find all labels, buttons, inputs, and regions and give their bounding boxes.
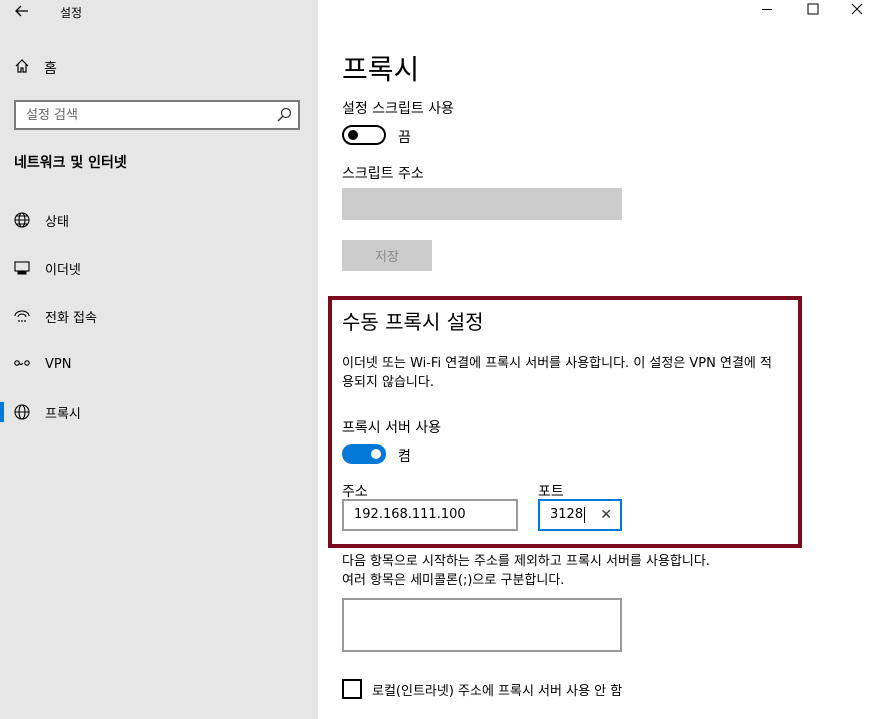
exceptions-desc-line1: 다음 항목으로 시작하는 주소를 제외하고 프록시 서버를 사용합니다. [342, 554, 710, 569]
dialup-icon [13, 307, 31, 325]
save-button[interactable]: 저장 [342, 240, 432, 271]
back-arrow-icon[interactable] [12, 3, 32, 23]
page-title: 프록시 [342, 53, 420, 86]
window-title: 설정 [60, 6, 83, 20]
settings-search[interactable] [14, 100, 300, 130]
exceptions-desc-line2: 여러 항목은 세미콜론(;)으로 구분합니다. [342, 573, 565, 588]
sidebar-item-home[interactable]: 홈 [14, 58, 57, 78]
sidebar-item-label: 전화 접속 [45, 310, 97, 326]
sidebar-item-label: 상태 [45, 214, 69, 230]
highlight-frame [328, 296, 802, 548]
globe-status-icon [13, 211, 31, 229]
sidebar-item-proxy[interactable]: 프록시 [0, 392, 318, 432]
script-toggle-state: 끔 [398, 130, 411, 146]
home-icon [14, 58, 30, 78]
globe-icon [13, 403, 31, 421]
search-input[interactable] [16, 102, 276, 128]
local-bypass-label[interactable]: 로컬(인트라넷) 주소에 프록시 서버 사용 안 함 [372, 680, 622, 699]
script-address-label: 스크립트 주소 [342, 166, 424, 182]
sidebar-item-dialup[interactable]: 전화 접속 [0, 296, 318, 336]
script-toggle[interactable] [342, 125, 386, 145]
sidebar-item-label: VPN [45, 356, 72, 372]
vpn-icon [13, 355, 31, 373]
sidebar-item-status[interactable]: 상태 [0, 200, 318, 240]
sidebar: 설정 홈 네트워크 및 인터넷 상태 이더넷 전화 접속 VPN [0, 0, 318, 719]
sidebar-item-ethernet[interactable]: 이더넷 [0, 248, 318, 288]
exceptions-description: 다음 항목으로 시작하는 주소를 제외하고 프록시 서버를 사용합니다. 여러 … [342, 552, 792, 590]
sidebar-item-label: 이더넷 [45, 262, 81, 278]
section-title: 네트워크 및 인터넷 [14, 155, 127, 171]
sidebar-item-vpn[interactable]: VPN [0, 344, 318, 384]
sidebar-item-label: 프록시 [45, 406, 81, 422]
search-icon[interactable] [276, 107, 292, 123]
ethernet-icon [13, 259, 31, 277]
home-label: 홈 [44, 61, 57, 77]
script-address-input[interactable] [342, 188, 622, 220]
local-bypass-checkbox[interactable] [342, 679, 362, 699]
exceptions-input[interactable] [342, 598, 622, 652]
script-setting-label: 설정 스크립트 사용 [342, 101, 454, 117]
